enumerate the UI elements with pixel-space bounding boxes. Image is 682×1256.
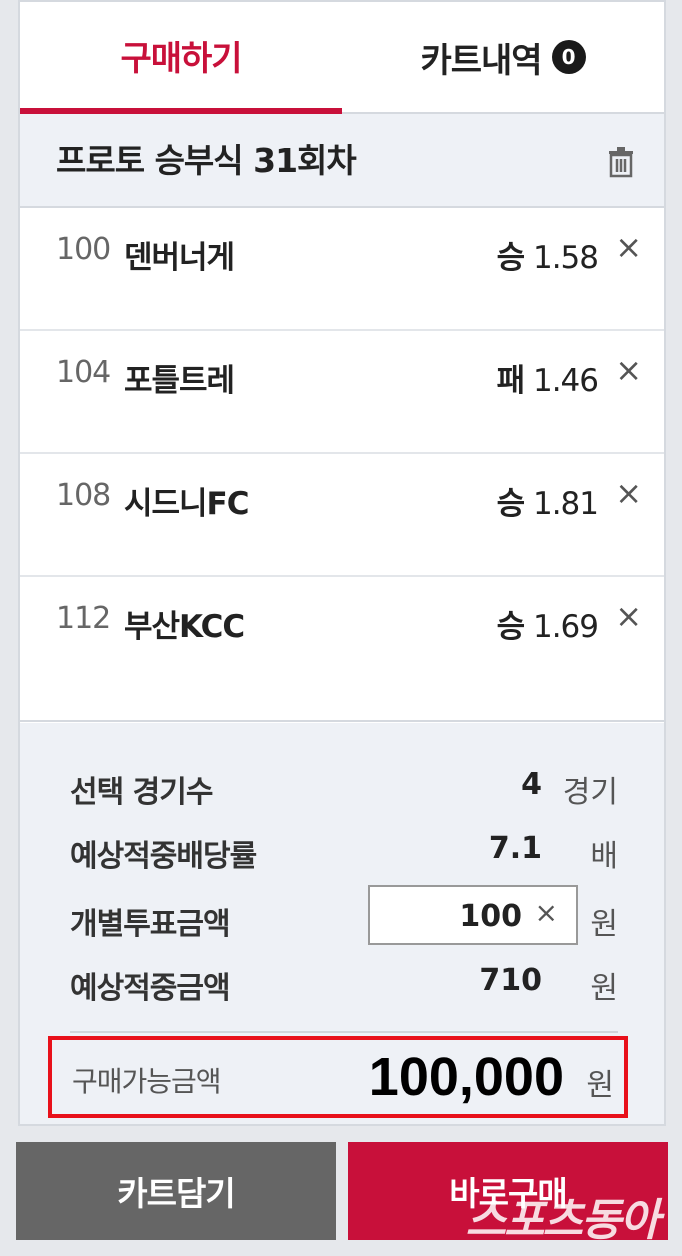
pick-result: 승 1.58 [496, 232, 599, 277]
cart-count-badge: 0 [551, 40, 586, 74]
clear-stake-icon[interactable]: × [535, 896, 558, 929]
bet-summary: 선택 경기수 4 경기 예상적중배당률 7.1 배 개별투표금액 100 × 원… [20, 723, 664, 1124]
pick-row: 100 덴버너게 승 1.58 × [20, 208, 664, 331]
stake-row: 개별투표금액 100 × 원 [70, 885, 618, 945]
pick-result: 패 1.46 [496, 355, 599, 400]
games-value: 4 [521, 767, 542, 802]
tab-cart-label: 카트내역 [420, 40, 542, 81]
remove-pick-icon[interactable]: × [615, 351, 642, 389]
match-number: 112 [56, 601, 111, 636]
payout-label: 예상적중금액 [70, 971, 231, 1006]
odds-value: 1.58 [532, 240, 599, 276]
stake-input[interactable]: 100 × [368, 885, 578, 945]
odds-value: 1.69 [532, 609, 599, 645]
stake-label: 개별투표금액 [70, 907, 231, 942]
odds-value: 1.46 [532, 363, 599, 399]
odds-value: 1.81 [532, 486, 599, 522]
games-label: 선택 경기수 [70, 775, 213, 810]
tab-cart-history[interactable]: 카트내역 0 [342, 2, 664, 114]
pick-row: 112 부산KCC 승 1.69 × [20, 577, 664, 722]
result-label: 패 [496, 363, 526, 399]
total-odds-value: 7.1 [488, 831, 542, 866]
round-title: 프로토 승부식 31회차 [56, 141, 357, 180]
odds-row: 예상적중배당률 7.1 배 [70, 831, 618, 875]
pick-row: 108 시드니FC 승 1.81 × [20, 454, 664, 577]
round-header: 프로토 승부식 31회차 [20, 114, 664, 208]
watermark-logo: 스포츠동아 [465, 1195, 660, 1246]
pick-result: 승 1.69 [496, 601, 599, 646]
team-name: 포틀트레 [124, 363, 235, 399]
remove-pick-icon[interactable]: × [615, 597, 642, 635]
tab-buy[interactable]: 구매하기 [20, 2, 342, 114]
available-amount-box: 구매가능금액 100,000 원 [48, 1036, 628, 1118]
pick-result: 승 1.81 [496, 478, 599, 523]
match-number: 108 [56, 478, 111, 513]
result-label: 승 [496, 609, 526, 645]
payout-unit: 원 [590, 971, 618, 1006]
team-name: 덴버너게 [124, 240, 235, 276]
payout-row: 예상적중금액 710 원 [70, 963, 618, 1007]
team-name: 부산KCC [124, 609, 245, 645]
stake-value: 100 [459, 899, 522, 934]
team-name: 시드니FC [124, 486, 249, 522]
match-number: 100 [56, 232, 111, 267]
add-to-cart-button[interactable]: 카트담기 [16, 1142, 336, 1240]
available-amount: 100,000 [368, 1047, 564, 1107]
add-to-cart-label: 카트담기 [117, 1174, 235, 1213]
stake-unit: 원 [590, 907, 618, 942]
available-label: 구매가능금액 [72, 1065, 222, 1098]
total-odds-label: 예상적중배당률 [70, 839, 257, 874]
payout-value: 710 [479, 963, 542, 998]
remove-pick-icon[interactable]: × [615, 474, 642, 512]
match-number: 104 [56, 355, 111, 390]
summary-divider [70, 1031, 618, 1033]
tab-bar: 구매하기 카트내역 0 [20, 2, 664, 114]
result-label: 승 [496, 486, 526, 522]
games-row: 선택 경기수 4 경기 [70, 767, 618, 811]
pick-list: 100 덴버너게 승 1.58 × 104 포틀트레 패 1.46 × 108 … [20, 208, 664, 722]
total-odds-unit: 배 [590, 839, 618, 874]
trash-icon[interactable] [606, 146, 636, 178]
pick-row: 104 포틀트레 패 1.46 × [20, 331, 664, 454]
result-label: 승 [496, 240, 526, 276]
tab-buy-label: 구매하기 [120, 38, 242, 79]
available-unit: 원 [586, 1068, 614, 1103]
remove-pick-icon[interactable]: × [615, 228, 642, 266]
games-unit: 경기 [562, 775, 618, 810]
betslip-panel: 구매하기 카트내역 0 프로토 승부식 31회차 100 덴버너게 승 1.58… [18, 0, 666, 1126]
